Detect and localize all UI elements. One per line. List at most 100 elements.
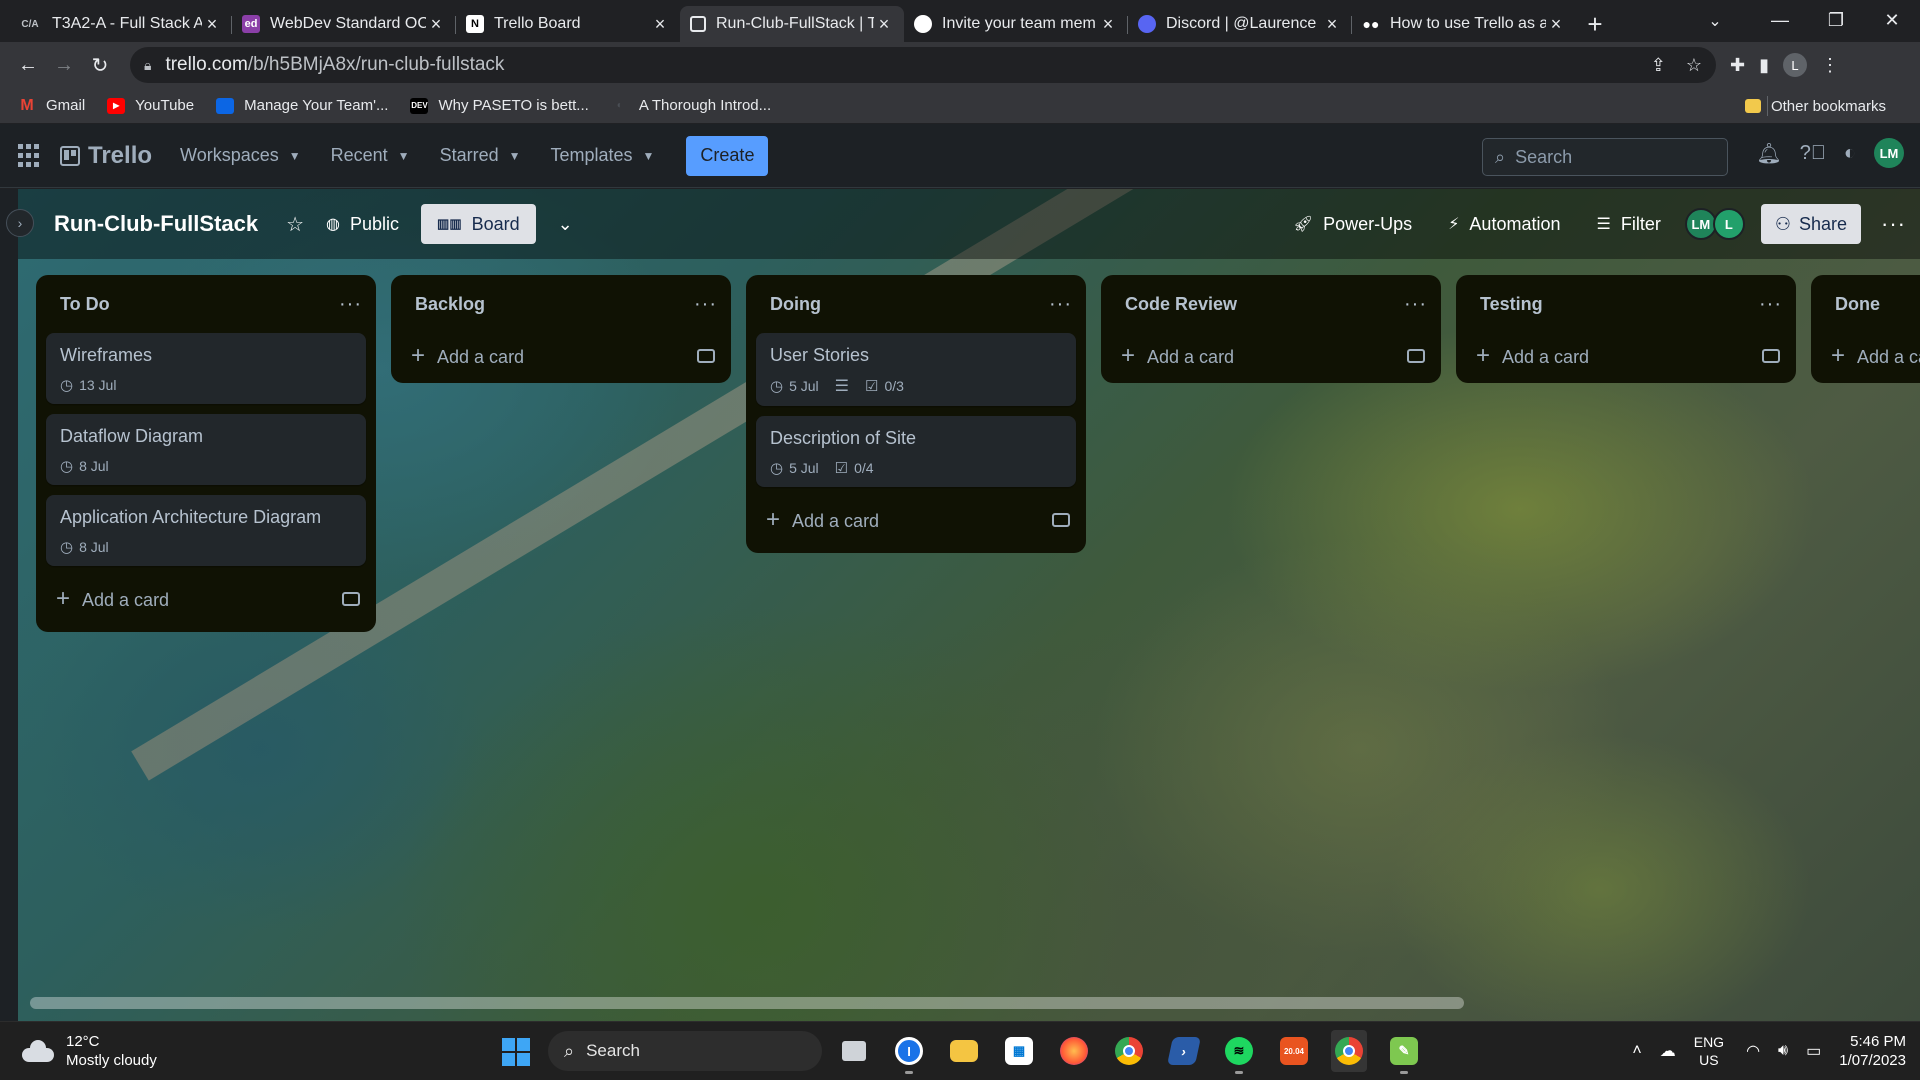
battery-icon[interactable]: ▭ [1806,1041,1821,1061]
trello-search-input[interactable]: ⌕ Search [1482,138,1728,176]
weather-widget[interactable]: 12°C Mostly cloudy [22,1032,157,1070]
profile-avatar[interactable]: L [1783,53,1807,77]
nav-templates[interactable]: Templates ▼ [550,145,654,166]
filter-button[interactable]: ☰ Filter [1596,214,1660,235]
list-title[interactable]: Doing [770,294,821,315]
share-button[interactable]: ⚇ Share [1760,204,1862,244]
list-menu-icon[interactable]: ··· [1404,293,1427,316]
card-template-icon[interactable] [1762,349,1780,363]
chrome-menu-icon[interactable]: ⋮ [1821,55,1839,76]
list-title[interactable]: Done [1835,294,1880,315]
tab-close-icon[interactable]: × [650,14,670,35]
add-card-button[interactable]: + Add a card [46,576,366,622]
volume-icon[interactable]: 🔊︎ [1778,1042,1788,1060]
board-title[interactable]: Run-Club-FullStack [54,211,258,237]
1password-icon[interactable]: I [891,1030,927,1074]
list-menu-icon[interactable]: ··· [1049,293,1072,316]
tab-close-icon[interactable]: × [874,14,894,35]
restore-icon[interactable]: ❐ [1808,0,1864,40]
card[interactable]: User Stories ◷ 5 Jul ☰ ☑ 0/3 [756,333,1076,406]
bookmark-thorough-intro[interactable]: ◐ A Thorough Introd... [611,97,771,114]
spotify-icon[interactable]: ≋ [1221,1030,1257,1074]
other-bookmarks[interactable]: Other bookmarks [1744,88,1886,124]
board-view-button[interactable]: ▥▥ Board [421,204,536,244]
side-panel-icon[interactable]: ▮ [1759,55,1769,76]
new-tab-button[interactable]: + [1576,6,1614,42]
card-template-icon[interactable] [697,349,715,363]
visibility-button[interactable]: ◍ Public [326,214,399,235]
bookmark-manage-team[interactable]: Manage Your Team'... [216,97,388,114]
theme-toggle-icon[interactable]: ◐ [1844,142,1856,165]
star-board-icon[interactable]: ☆ [286,212,304,237]
microsoft-store-icon[interactable]: ▦ [1001,1030,1037,1072]
card[interactable]: Application Architecture Diagram ◷ 8 Jul [46,495,366,566]
add-card-button[interactable]: + Add a card [401,333,721,379]
list-menu-icon[interactable]: ··· [339,293,362,316]
board-menu-icon[interactable]: ··· [1881,211,1906,237]
lock-icon[interactable]: 🔒︎ [144,57,151,74]
powershell-icon[interactable]: › [1166,1030,1202,1072]
address-bar[interactable]: 🔒︎ trello.com/b/h5BMjA8x/run-club-fullst… [130,47,1716,83]
share-page-icon[interactable]: ⇪ [1651,55,1666,76]
minimize-icon[interactable]: — [1752,0,1808,40]
tab-close-icon[interactable]: × [1322,14,1342,35]
list-title[interactable]: Code Review [1125,294,1237,315]
list-title[interactable]: Backlog [415,294,485,315]
card[interactable]: Dataflow Diagram ◷ 8 Jul [46,414,366,485]
list-menu-icon[interactable]: ··· [1759,293,1782,316]
list-title[interactable]: Testing [1480,294,1543,315]
add-card-button[interactable]: + Add a card [1111,333,1431,379]
add-card-button[interactable]: + Add a card [756,497,1076,543]
browser-tab[interactable]: Invite your team mem × [904,6,1128,42]
back-arrow-icon[interactable]: ← [10,47,46,83]
tab-close-icon[interactable]: × [426,14,446,35]
browser-tab[interactable]: ed WebDev Standard OC × [232,6,456,42]
notifications-icon[interactable]: 🔔︎ [1756,141,1781,166]
tab-close-icon[interactable]: × [202,14,222,35]
language-indicator[interactable]: ENG US [1694,1033,1724,1069]
bookmark-youtube[interactable]: ▶ YouTube [107,97,194,114]
extensions-puzzle-icon[interactable]: ✚ [1730,55,1745,76]
clock[interactable]: 5:46 PM 1/07/2023 [1839,1032,1906,1070]
notepad-icon[interactable]: ✎ [1386,1030,1422,1074]
taskbar-search[interactable]: ⌕ Search [548,1031,822,1071]
help-icon[interactable]: ?⃝ [1800,142,1826,165]
reload-icon[interactable]: ↻ [82,47,118,83]
automation-button[interactable]: ⚡︎ Automation [1448,214,1560,235]
app-switcher-icon[interactable] [18,143,42,168]
bookmark-star-icon[interactable]: ☆ [1686,55,1702,76]
trello-logo[interactable]: Trello [60,142,152,170]
tab-close-icon[interactable]: × [1098,14,1118,35]
task-view-icon[interactable] [836,1030,872,1072]
card-template-icon[interactable] [1052,513,1070,527]
browser-tab[interactable]: ●● How to use Trello as a × [1352,6,1576,42]
views-chevron-down-icon[interactable]: ⌄ [558,214,573,235]
member-avatar[interactable]: L [1712,208,1745,240]
wifi-icon[interactable]: ◠ [1746,1041,1760,1061]
windows-start-icon[interactable] [502,1038,530,1066]
tab-close-icon[interactable]: × [1546,14,1566,35]
card[interactable]: Description of Site ◷ 5 Jul ☑ 0/4 [756,416,1076,487]
sidebar-expand-chevron-icon[interactable]: › [6,209,34,237]
add-card-button[interactable]: + Add a card [1821,333,1920,379]
browser-tab[interactable]: Discord | @Laurence × [1128,6,1352,42]
card[interactable]: Wireframes ◷ 13 Jul [46,333,366,404]
nav-starred[interactable]: Starred ▼ [440,145,521,166]
bookmark-paseto[interactable]: DEV Why PASETO is bett... [410,97,589,114]
file-explorer-icon[interactable] [946,1030,982,1072]
power-ups-button[interactable]: 🚀︎ Power-Ups [1293,214,1412,235]
chrome-icon[interactable] [1111,1030,1147,1072]
chrome-profile-icon[interactable] [1331,1030,1367,1072]
board-horizontal-scrollbar[interactable] [30,997,1464,1009]
create-button[interactable]: Create [686,135,769,176]
list-menu-icon[interactable]: ··· [694,293,717,316]
ubuntu-icon[interactable]: 20.04 [1276,1030,1312,1072]
tab-search-chevron-icon[interactable]: ⌄ [1700,6,1730,36]
user-avatar[interactable]: LM [1874,138,1904,168]
browser-tab-active[interactable]: Run-Club-FullStack | T × [680,6,904,42]
browser-tab[interactable]: C/A T3A2-A - Full Stack Ap × [8,6,232,42]
list-title[interactable]: To Do [60,294,110,315]
close-window-icon[interactable]: ✕ [1864,0,1920,40]
browser-tab[interactable]: N Trello Board × [456,6,680,42]
onedrive-cloud-icon[interactable]: ☁ [1660,1041,1676,1061]
